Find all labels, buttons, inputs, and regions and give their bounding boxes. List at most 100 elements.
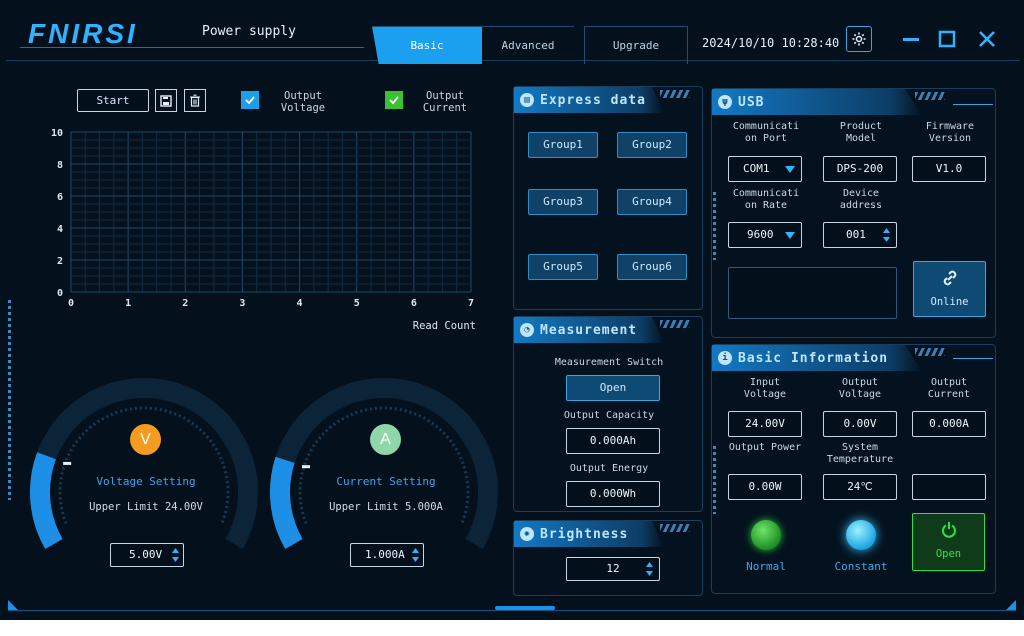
basic-info-title: Basic Information — [738, 350, 889, 366]
fnirsi-logo: FNIRSI — [28, 18, 138, 49]
tab-advanced[interactable]: Advanced — [482, 26, 574, 64]
group1-button[interactable]: Group1 — [528, 132, 598, 158]
group5-button[interactable]: Group5 — [528, 254, 598, 280]
decor-stripes — [915, 92, 945, 100]
corner-bottom-right — [1006, 600, 1016, 610]
voltage-spinbox[interactable]: 5.00V — [110, 543, 184, 567]
usb-header-line — [953, 104, 993, 105]
online-label: Online — [930, 296, 969, 308]
output-current-info-label: Output Current — [927, 377, 971, 400]
dial-marker — [63, 461, 72, 465]
comm-rate-select[interactable]: 9600 — [728, 222, 802, 248]
chevron-down-icon — [785, 166, 795, 173]
input-voltage-value: 24.00V — [728, 411, 802, 437]
basic-info-header: i Basic Information — [712, 345, 922, 371]
close-button[interactable] — [974, 26, 1000, 52]
x-tick-label: 6 — [411, 298, 417, 309]
settings-button[interactable] — [846, 26, 872, 52]
device-address-label: Device address — [839, 188, 883, 211]
output-voltage-value: 0.00V — [823, 411, 897, 437]
window-title: Power supply — [202, 24, 296, 39]
tab-basic[interactable]: Basic — [372, 26, 482, 64]
updown-icon[interactable] — [645, 561, 654, 577]
system-temperature-label: System Temperature — [826, 442, 894, 465]
voltage-badge: V — [130, 424, 161, 455]
brightness-title: Brightness — [540, 526, 629, 542]
footer-line — [8, 610, 1016, 611]
updown-icon[interactable] — [882, 227, 891, 243]
express-data-header: ▤ Express data — [514, 87, 664, 113]
group2-button[interactable]: Group2 — [617, 132, 687, 158]
gear-icon — [852, 32, 866, 46]
measurement-header: ◔ Measurement — [514, 317, 664, 343]
group4-button[interactable]: Group4 — [617, 189, 687, 215]
voltage-value: 5.00V — [129, 548, 163, 561]
output-current-checkbox[interactable] — [385, 91, 403, 109]
measurement-open-button[interactable]: Open — [566, 375, 660, 401]
output-open-button[interactable]: Open — [912, 513, 985, 571]
tab-upgrade[interactable]: Upgrade — [584, 26, 688, 64]
basic-info-panel: i Basic Information Input Voltage Output… — [711, 344, 996, 594]
group3-button[interactable]: Group3 — [528, 189, 598, 215]
info-icon: i — [718, 351, 732, 365]
constant-indicator — [846, 520, 876, 550]
output-voltage-info-label: Output Voltage — [838, 377, 882, 400]
group6-button[interactable]: Group6 — [617, 254, 687, 280]
x-tick-label: 1 — [125, 298, 131, 309]
comm-port-select[interactable]: COM1 — [728, 156, 802, 182]
save-button[interactable] — [155, 89, 177, 112]
chevron-down-icon — [785, 232, 795, 239]
device-address-spinbox[interactable]: 001 — [823, 222, 897, 248]
product-model-value: DPS-200 — [823, 156, 897, 182]
y-tick-label: 6 — [57, 192, 63, 203]
power-icon — [942, 522, 956, 538]
output-voltage-label: Output Voltage — [280, 90, 326, 114]
save-icon — [160, 94, 172, 107]
comm-port-value: COM1 — [743, 162, 770, 175]
brightness-spinbox[interactable]: 12 — [566, 557, 660, 581]
output-power-label: Output Power — [728, 442, 802, 453]
output-chart: 0 2 4 6 8 10 0 1 2 3 4 5 6 7 Read Count — [51, 128, 476, 332]
output-capacity-value: 0.000Ah — [566, 428, 660, 454]
dial-marker — [302, 465, 311, 469]
product-model-label: Product Model — [839, 121, 883, 144]
measurement-title: Measurement — [540, 322, 638, 338]
usb-header: ψ USB — [712, 89, 922, 115]
usb-side-dots — [713, 192, 716, 260]
online-button[interactable]: Online — [913, 261, 986, 317]
title-divider — [20, 47, 364, 48]
delete-button[interactable] — [184, 89, 206, 112]
current-spinbox[interactable]: 1.000A — [350, 543, 424, 567]
brightness-value: 12 — [606, 562, 620, 575]
footer-accent — [495, 606, 555, 610]
voltage-upper-limit: Upper Limit 24.00V — [89, 501, 203, 513]
output-power-value: 0.00W — [728, 474, 802, 500]
app-window: FNIRSI Power supply Basic Advanced Upgra… — [0, 0, 1024, 620]
comm-rate-label: Communicati on Rate — [732, 188, 800, 211]
sun-icon: ✺ — [520, 527, 534, 541]
normal-label: Normal — [746, 560, 786, 573]
measurement-panel: ◔ Measurement Measurement Switch Open Ou… — [513, 316, 703, 512]
gauge-icon: ◔ — [520, 323, 534, 337]
start-button[interactable]: Start — [77, 89, 149, 112]
output-voltage-checkbox[interactable] — [241, 91, 259, 109]
y-tick-label: 0 — [57, 288, 63, 299]
current-setting-title: Current Setting — [336, 475, 436, 488]
updown-icon[interactable] — [411, 547, 420, 563]
firmware-version-label: Firmware Version — [925, 121, 975, 144]
current-badge: A — [370, 424, 401, 455]
trash-icon — [190, 94, 200, 107]
maximize-button[interactable] — [934, 26, 960, 52]
brightness-header: ✺ Brightness — [514, 521, 664, 547]
normal-indicator — [751, 520, 781, 550]
x-tick-label: 2 — [182, 298, 188, 309]
output-current-label: Output Current — [422, 90, 468, 114]
decor-stripes — [660, 320, 690, 328]
left-edge-dots — [8, 300, 11, 500]
minimize-button[interactable] — [898, 26, 924, 52]
check-icon — [389, 96, 399, 105]
chart-grid — [70, 131, 472, 293]
dial-fill — [270, 456, 303, 549]
updown-icon[interactable] — [171, 547, 180, 563]
close-icon — [979, 31, 995, 47]
